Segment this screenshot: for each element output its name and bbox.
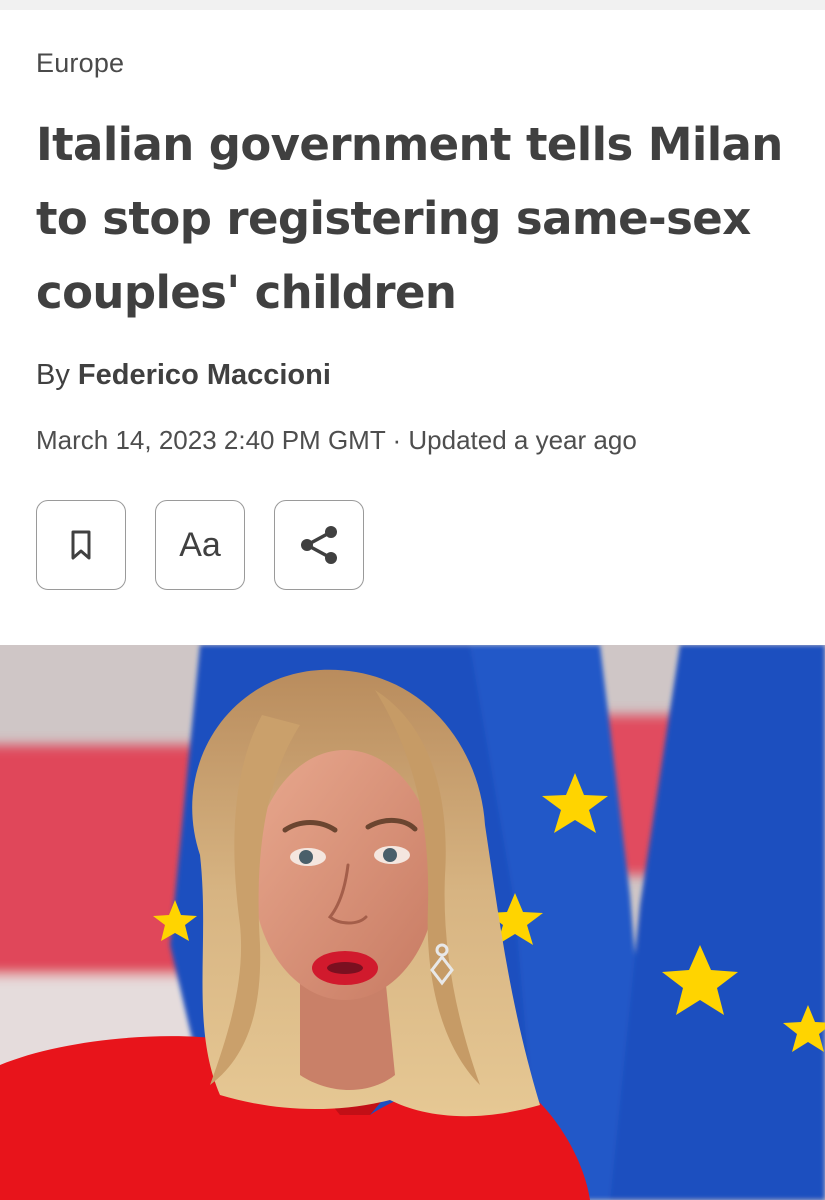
share-icon bbox=[301, 526, 337, 564]
publish-date: March 14, 2023 2:40 PM GMT bbox=[36, 425, 386, 455]
section-label[interactable]: Europe bbox=[36, 48, 124, 79]
text-size-button[interactable]: Aa bbox=[155, 500, 245, 590]
author-link[interactable]: Federico Maccioni bbox=[78, 359, 331, 391]
text-size-label: Aa bbox=[179, 525, 221, 564]
article-headline: Italian government tells Milan to stop r… bbox=[36, 118, 783, 319]
bookmark-button[interactable] bbox=[36, 500, 126, 590]
bookmark-icon bbox=[71, 530, 91, 560]
byline: By Federico Maccioni bbox=[36, 359, 331, 392]
article-actions: Aa bbox=[36, 500, 393, 590]
byline-prefix: By bbox=[36, 359, 70, 391]
updated-time: Updated a year ago bbox=[408, 425, 637, 455]
dateline: March 14, 2023 2:40 PM GMT · Updated a y… bbox=[36, 425, 637, 456]
date-separator: · bbox=[392, 425, 402, 455]
hero-image[interactable] bbox=[0, 645, 825, 1200]
share-button[interactable] bbox=[274, 500, 364, 590]
hero-photo bbox=[0, 645, 825, 1200]
top-strip bbox=[0, 0, 825, 10]
